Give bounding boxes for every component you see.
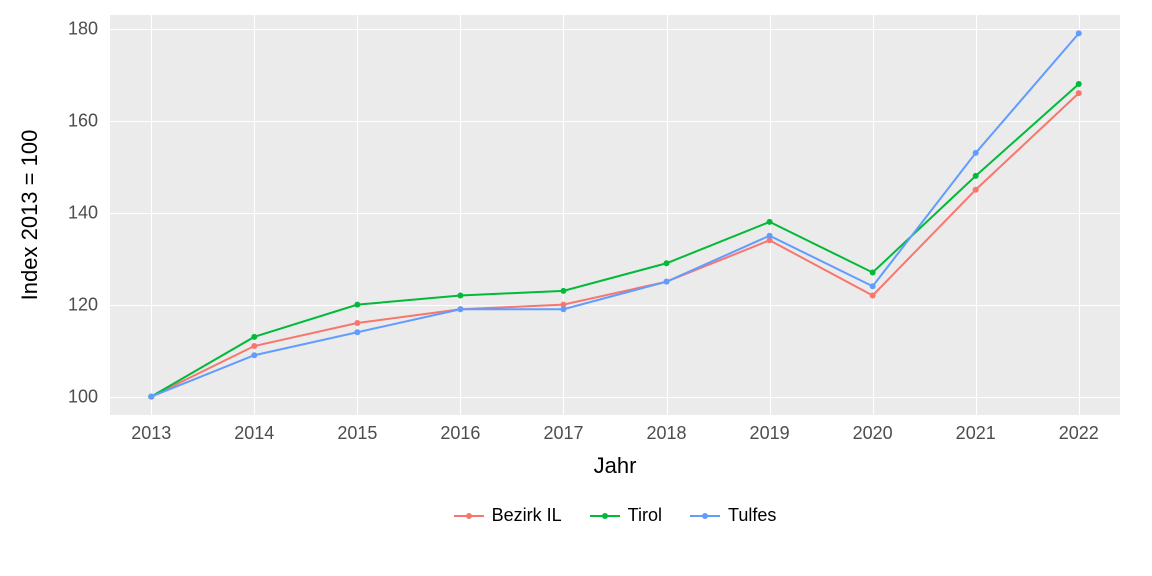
index-line-chart: 2013 2014 2015 2016 2017 2018 2019 2020 2021 2022…	[0, 0, 1152, 576]
x-tick-label: 2015	[337, 423, 377, 444]
series-point	[767, 233, 773, 239]
series-point	[251, 352, 257, 358]
x-tick-label: 2016	[440, 423, 480, 444]
x-tick-label: 2019	[750, 423, 790, 444]
series-point	[1076, 81, 1082, 87]
series-point	[767, 219, 773, 225]
series-point	[664, 279, 670, 285]
series-point	[354, 320, 360, 326]
series-point	[457, 292, 463, 298]
series-point	[870, 283, 876, 289]
series-point	[354, 302, 360, 308]
y-tick-text: 180	[68, 18, 98, 39]
x-tick-label: 2013	[131, 423, 171, 444]
y-tick-text: 160	[68, 110, 98, 131]
series-point	[1076, 30, 1082, 36]
legend-item: Tirol	[590, 505, 662, 526]
series-point	[560, 306, 566, 312]
y-tick-text: 140	[68, 202, 98, 223]
series-point	[560, 288, 566, 294]
x-tick-label: 2014	[234, 423, 274, 444]
series-point	[973, 173, 979, 179]
x-tick-label: 2018	[646, 423, 686, 444]
legend-item: Tulfes	[690, 505, 776, 526]
x-tick-label: 2022	[1059, 423, 1099, 444]
x-tick-label: 2020	[853, 423, 893, 444]
series-point	[664, 260, 670, 266]
series-point	[251, 334, 257, 340]
series-point	[251, 343, 257, 349]
series-point	[870, 269, 876, 275]
legend-key	[690, 506, 720, 526]
legend-dot-icon	[702, 513, 708, 519]
legend-item: Bezirk IL	[454, 505, 562, 526]
legend-dot-icon	[602, 513, 608, 519]
legend-label: Tirol	[628, 505, 662, 526]
series-point	[973, 150, 979, 156]
y-axis-title: Index 2013 = 100	[17, 130, 43, 301]
legend-dot-icon	[466, 513, 472, 519]
legend: Bezirk IL Tirol Tulfes	[110, 505, 1120, 526]
series-line-tirol	[151, 84, 1079, 397]
y-tick-text: 100	[68, 386, 98, 407]
x-tick-label: 2017	[543, 423, 583, 444]
legend-label: Tulfes	[728, 505, 776, 526]
plot-svg	[0, 0, 1152, 576]
x-tick-label: 2021	[956, 423, 996, 444]
legend-key	[454, 506, 484, 526]
series-point	[870, 292, 876, 298]
series-point	[457, 306, 463, 312]
series-point	[148, 394, 154, 400]
series-point	[1076, 90, 1082, 96]
series-point	[973, 187, 979, 193]
series-line-tulfes	[151, 33, 1079, 396]
y-tick-text: 120	[68, 294, 98, 315]
legend-label: Bezirk IL	[492, 505, 562, 526]
legend-key	[590, 506, 620, 526]
series-point	[354, 329, 360, 335]
x-axis-title: Jahr	[594, 453, 637, 479]
series-line-bezirk-il	[151, 93, 1079, 396]
